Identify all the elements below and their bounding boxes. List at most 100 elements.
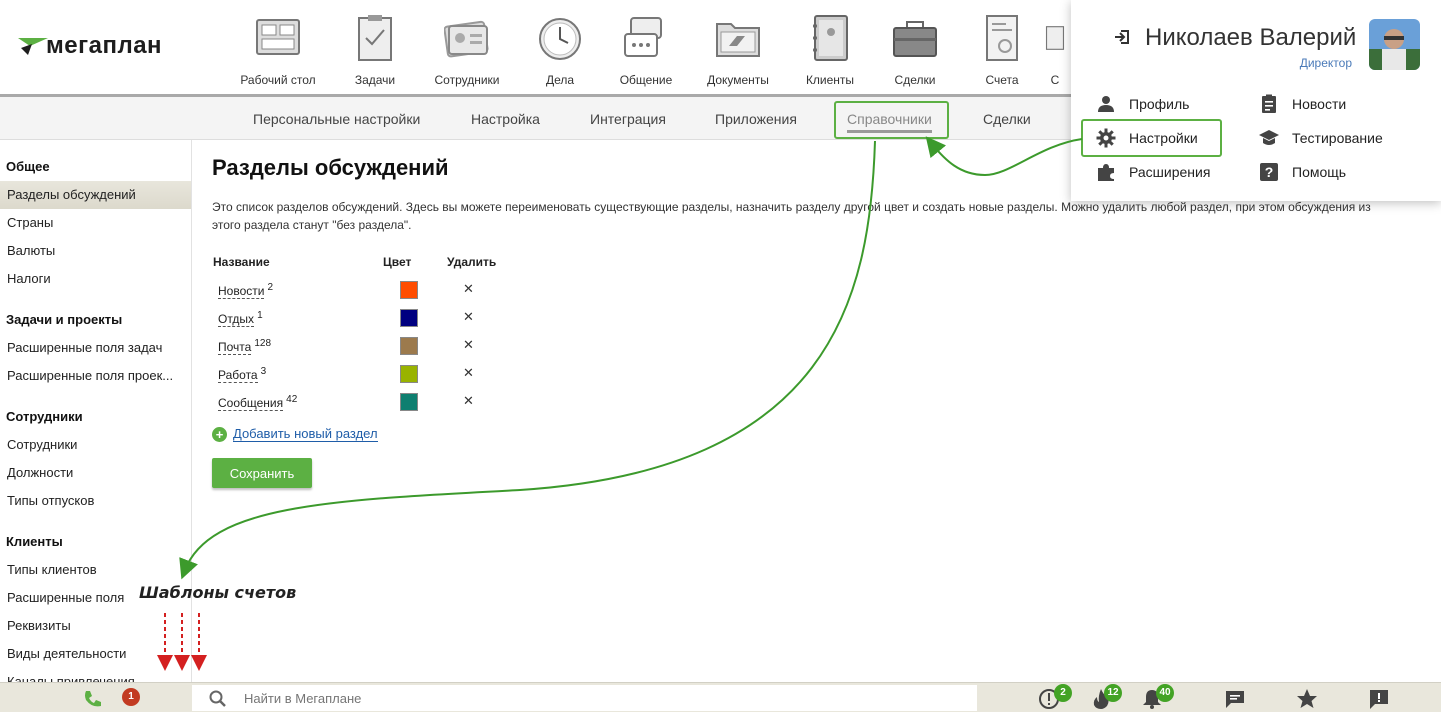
- sections-list: Новости 2 ✕ Отдых 1 ✕ Почта 128 ✕ Работа 3 ✕ Сообщен…: [212, 276, 1392, 416]
- folder-icon: [716, 23, 760, 57]
- sidebar-item-positions[interactable]: Должности: [0, 459, 191, 487]
- section-row: Новости 2 ✕: [212, 276, 1392, 304]
- section-name-link[interactable]: Отдых: [218, 312, 255, 327]
- delete-icon[interactable]: ✕: [463, 309, 474, 325]
- nav-label: Документы: [707, 73, 769, 87]
- tab-applications[interactable]: Приложения: [715, 111, 797, 127]
- nav-employees[interactable]: Сотрудники: [422, 14, 512, 87]
- logout-icon[interactable]: [1113, 28, 1131, 46]
- sidebar-group-general: Общее: [6, 159, 50, 174]
- sidebar-item-currencies[interactable]: Валюты: [0, 237, 191, 265]
- section-name-link[interactable]: Новости: [218, 284, 265, 299]
- plus-circle-icon[interactable]: +: [212, 426, 227, 442]
- nav-clients[interactable]: Клиенты: [785, 14, 875, 87]
- add-section-row[interactable]: + Добавить новый раздел: [212, 426, 1392, 442]
- tab-settings[interactable]: Настройка: [471, 111, 540, 127]
- tab-integration[interactable]: Интеграция: [590, 111, 666, 127]
- menu-item-help[interactable]: ? Помощь: [1259, 162, 1346, 182]
- notebook-icon: [813, 15, 848, 61]
- sidebar-item-countries[interactable]: Страны: [0, 209, 191, 237]
- menu-item-testing[interactable]: Тестирование: [1259, 128, 1383, 148]
- tab-personal-settings[interactable]: Персональные настройки: [253, 111, 420, 127]
- menu-item-label: Помощь: [1292, 164, 1347, 180]
- column-header-color: Цвет: [383, 255, 412, 269]
- help-icon: ?: [1260, 163, 1278, 181]
- puzzle-icon: [1098, 164, 1114, 181]
- section-name-link[interactable]: Сообщения: [218, 396, 284, 411]
- nav-label: С: [1050, 73, 1060, 87]
- sidebar-item-discussion-sections[interactable]: Разделы обсуждений: [0, 181, 191, 209]
- chat-icon: [624, 17, 662, 57]
- nav-tasks[interactable]: Задачи: [330, 14, 420, 87]
- sidebar-group-tasks: Задачи и проекты: [6, 312, 123, 327]
- delete-icon[interactable]: ✕: [463, 337, 474, 353]
- section-name-link[interactable]: Работа: [218, 368, 258, 383]
- nav-more[interactable]: С: [1042, 14, 1068, 87]
- invoice-icon: [986, 15, 1018, 61]
- nav-deals[interactable]: Сделки: [870, 14, 960, 87]
- phone-icon[interactable]: [82, 688, 104, 710]
- delete-icon[interactable]: ✕: [463, 365, 474, 381]
- nav-label: Счета: [985, 73, 1019, 87]
- sidebar-item-project-fields[interactable]: Расширенные поля проек...: [0, 362, 191, 390]
- section-name-link[interactable]: Почта: [218, 340, 252, 355]
- sidebar-item-requisites[interactable]: Реквизиты: [0, 612, 191, 640]
- sidebar-item-taxes[interactable]: Налоги: [0, 265, 191, 293]
- directories-highlight-frame: [834, 101, 949, 139]
- nav-invoices[interactable]: Счета: [957, 14, 1047, 87]
- color-swatch[interactable]: [400, 281, 418, 299]
- sidebar-group-clients: Клиенты: [6, 534, 63, 549]
- avatar[interactable]: [1369, 19, 1420, 70]
- page-description: Это список разделов обсуждений. Здесь вы…: [212, 200, 1371, 232]
- feedback-icon[interactable]: [1368, 688, 1390, 710]
- annotation-invoice-templates: Шаблоны счетов: [139, 583, 297, 602]
- nav-label: Рабочий стол: [240, 73, 316, 87]
- desktop-icon: [256, 19, 300, 55]
- menu-item-news[interactable]: Новости: [1259, 94, 1346, 114]
- sidebar-item-employees[interactable]: Сотрудники: [0, 431, 191, 459]
- logo[interactable]: мегаплан: [18, 32, 162, 60]
- color-swatch[interactable]: [400, 393, 418, 411]
- nav-label: Задачи: [354, 73, 396, 87]
- logo-text: мегаплан: [46, 32, 163, 59]
- delete-icon[interactable]: ✕: [463, 393, 474, 409]
- nav-deeds[interactable]: Дела: [515, 14, 605, 87]
- sidebar-item-vacation-types[interactable]: Типы отпусков: [0, 487, 191, 515]
- menu-item-extensions[interactable]: Расширения: [1096, 162, 1210, 182]
- section-row: Сообщения 42 ✕: [212, 388, 1392, 416]
- nav-label: Сделки: [894, 73, 936, 87]
- user-name[interactable]: Николаев Валерий: [1145, 24, 1356, 52]
- color-swatch[interactable]: [400, 309, 418, 327]
- clock-icon: [539, 18, 581, 60]
- search-input[interactable]: [244, 689, 944, 707]
- section-row: Почта 128 ✕: [212, 332, 1392, 360]
- employees-icon: [443, 20, 489, 58]
- delete-icon[interactable]: ✕: [463, 281, 474, 297]
- person-icon: [1098, 96, 1114, 112]
- section-count: 128: [254, 338, 272, 349]
- search-box[interactable]: [192, 685, 977, 711]
- sidebar-item-task-fields[interactable]: Расширенные поля задач: [0, 334, 191, 362]
- star-icon[interactable]: [1296, 688, 1318, 710]
- nav-communication[interactable]: Общение: [601, 14, 691, 87]
- nav-documents[interactable]: Документы: [693, 14, 783, 87]
- nav-desktop[interactable]: Рабочий стол: [233, 14, 323, 87]
- color-swatch[interactable]: [400, 365, 418, 383]
- color-swatch[interactable]: [400, 337, 418, 355]
- menu-item-label: Расширения: [1129, 164, 1211, 180]
- settings-highlight-frame: [1081, 119, 1222, 157]
- menu-item-profile[interactable]: Профиль: [1096, 94, 1189, 114]
- message-icon[interactable]: [1224, 688, 1246, 710]
- nav-label: Дела: [545, 73, 575, 87]
- sidebar-item-client-types[interactable]: Типы клиентов: [0, 556, 191, 584]
- section-name-cell: Новости 2: [212, 282, 382, 299]
- sidebar-item-activity-types[interactable]: Виды деятельности: [0, 640, 191, 668]
- section-name-cell: Работа 3: [212, 366, 382, 383]
- phone-badge[interactable]: 1: [122, 688, 140, 706]
- tab-deals[interactable]: Сделки: [983, 111, 1031, 127]
- menu-item-label: Тестирование: [1292, 130, 1383, 146]
- section-row: Работа 3 ✕: [212, 360, 1392, 388]
- sidebar-item-acquisition-channels[interactable]: Каналы привлечения: [0, 668, 191, 682]
- add-section-link[interactable]: Добавить новый раздел: [233, 426, 378, 442]
- save-button[interactable]: Сохранить: [212, 458, 312, 488]
